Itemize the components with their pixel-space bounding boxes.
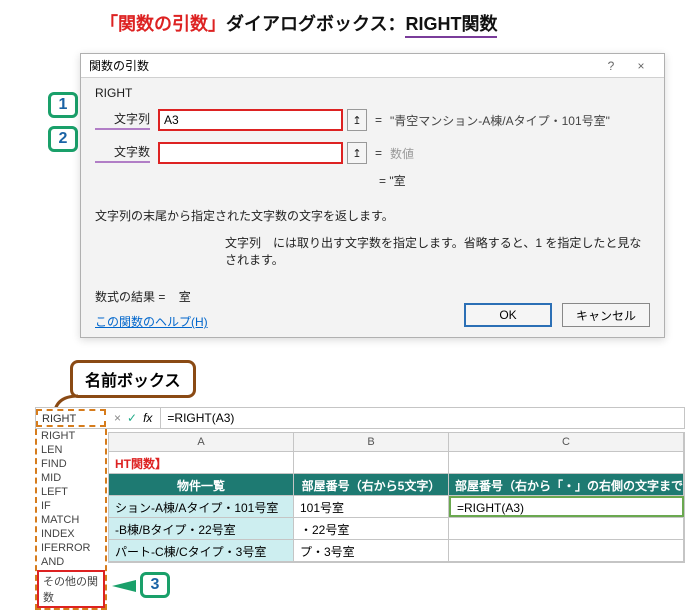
function-arguments-dialog: 関数の引数 ? × RIGHT 文字列 ↥ = "青空マンション-A棟/Aタイプ… <box>80 53 665 338</box>
step-badge-3: 3 <box>140 572 170 598</box>
func-item[interactable]: RIGHT <box>37 429 105 443</box>
arg-result-string: "青空マンション-A棟/Aタイプ・101号室" <box>390 112 610 129</box>
title-prefix: 「関数の引数」 <box>100 14 226 34</box>
step-badge-1: 1 <box>48 92 78 118</box>
ok-button[interactable]: OK <box>464 303 552 327</box>
header-cell[interactable]: 部屋番号（右から5文字） <box>294 474 449 495</box>
dialog-title: 関数の引数 <box>89 57 149 74</box>
func-item[interactable]: IF <box>37 499 105 513</box>
formula-bar: RIGHT × ✓ fx <box>35 407 685 429</box>
close-icon[interactable]: × <box>626 59 656 73</box>
arg-result-numchars: 数値 <box>390 145 414 162</box>
namebox-callout: 名前ボックス <box>70 360 196 398</box>
arg-input-string[interactable] <box>158 109 343 131</box>
func-item[interactable]: INDEX <box>37 527 105 541</box>
formula-result-label: 数式の結果 = <box>95 290 165 304</box>
argument-description: 文字列 には取り出す文字数を指定します。省略すると、1 を指定したと見なされます… <box>95 234 650 268</box>
spreadsheet: A B C HT関数】 物件一覧 部屋番号（右から5文字） 部屋番号（右から「・… <box>108 432 685 563</box>
page-title: 「関数の引数」ダイアログボックス：RIGHT関数 <box>100 10 497 36</box>
header-cell[interactable]: 物件一覧 <box>109 474 294 495</box>
cell[interactable] <box>449 518 684 539</box>
column-headers: A B C <box>109 433 684 452</box>
func-item[interactable]: MATCH <box>37 513 105 527</box>
table-header-row: 物件一覧 部屋番号（右から5文字） 部屋番号（右から「・」の右側の文字まで） <box>109 474 684 496</box>
func-item[interactable]: LEN <box>37 443 105 457</box>
other-functions-item[interactable]: その他の関数 <box>37 570 105 608</box>
title-middle: ダイアログボックス： <box>226 14 405 34</box>
arrow-left-icon <box>112 580 136 592</box>
dialog-titlebar[interactable]: 関数の引数 ? × <box>81 54 664 78</box>
table-row: HT関数】 <box>109 452 684 474</box>
cell[interactable]: プ・3号室 <box>294 540 449 561</box>
func-item[interactable]: IFERROR <box>37 541 105 555</box>
table-row: -B棟/Bタイプ・22号室 ・22号室 <box>109 518 684 540</box>
function-name: RIGHT <box>95 86 650 100</box>
cell[interactable]: パート-C棟/Cタイプ・3号室 <box>109 540 294 561</box>
active-cell[interactable]: =RIGHT(A3) <box>449 496 684 517</box>
header-cell[interactable]: 部屋番号（右から「・」の右側の文字まで） <box>449 474 684 495</box>
formula-result-value: 室 <box>179 290 191 304</box>
fx-icon[interactable]: fx <box>143 411 152 425</box>
function-dropdown[interactable]: RIGHT LEN FIND MID LEFT IF MATCH INDEX I… <box>35 429 107 610</box>
formula-input[interactable] <box>161 409 684 427</box>
cancel-formula-icon[interactable]: × <box>114 411 121 425</box>
step-badge-2: 2 <box>48 126 78 152</box>
cell[interactable] <box>449 540 684 561</box>
formula-preview: = "室 <box>379 172 650 189</box>
col-header-b[interactable]: B <box>294 433 449 451</box>
help-link[interactable]: この関数のヘルプ(H) <box>95 313 208 330</box>
arg-row-numchars: 文字数 ↥ = 数値 <box>95 139 650 167</box>
range-selector-icon[interactable]: ↥ <box>347 142 367 164</box>
title-cell[interactable]: HT関数】 <box>109 452 294 473</box>
arg-label-numchars: 文字数 <box>95 143 150 163</box>
func-item[interactable]: FIND <box>37 457 105 471</box>
range-selector-icon[interactable]: ↥ <box>347 109 367 131</box>
col-header-c[interactable]: C <box>449 433 684 451</box>
arg-label-string: 文字列 <box>95 110 150 130</box>
arg-row-string: 文字列 ↥ = "青空マンション-A棟/Aタイプ・101号室" <box>95 106 650 134</box>
accept-formula-icon[interactable]: ✓ <box>127 411 137 425</box>
cell[interactable]: 101号室 <box>294 496 449 517</box>
func-item[interactable]: MID <box>37 471 105 485</box>
table-row: ション-A棟/Aタイプ・101号室 101号室 =RIGHT(A3) <box>109 496 684 518</box>
help-icon[interactable]: ? <box>596 59 626 73</box>
equals-sign: = <box>375 146 382 160</box>
cancel-button[interactable]: キャンセル <box>562 303 650 327</box>
function-description: 文字列の末尾から指定された文字数の文字を返します。 <box>95 207 650 224</box>
col-header-a[interactable]: A <box>109 433 294 451</box>
cell[interactable]: ・22号室 <box>294 518 449 539</box>
func-item[interactable]: LEFT <box>37 485 105 499</box>
func-item[interactable]: AND <box>37 555 105 569</box>
cell[interactable]: -B棟/Bタイプ・22号室 <box>109 518 294 539</box>
arg-input-numchars[interactable] <box>158 142 343 164</box>
cell[interactable]: ション-A棟/Aタイプ・101号室 <box>109 496 294 517</box>
table-row: パート-C棟/Cタイプ・3号室 プ・3号室 <box>109 540 684 562</box>
title-func: RIGHT関数 <box>405 14 497 38</box>
name-box[interactable]: RIGHT <box>36 409 106 427</box>
equals-sign: = <box>375 113 382 127</box>
